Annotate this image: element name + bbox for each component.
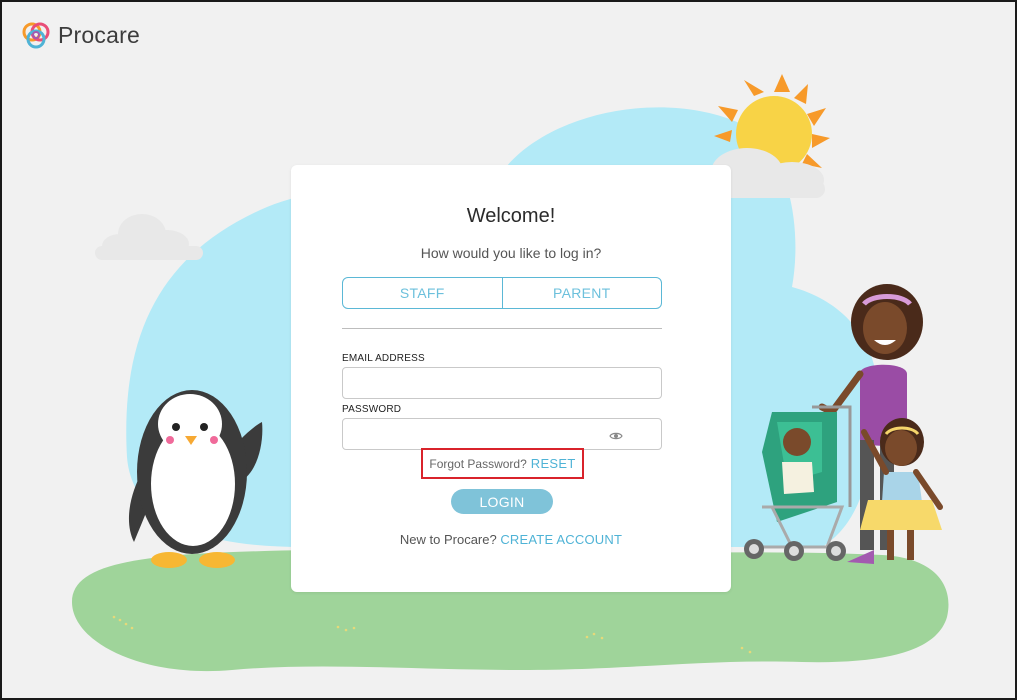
email-label: EMAIL ADDRESS xyxy=(342,353,425,364)
role-toggle: STAFF PARENT xyxy=(342,277,662,309)
email-field[interactable] xyxy=(342,367,662,399)
welcome-title: Welcome! xyxy=(466,205,556,227)
forgot-password-text: Forgot Password? xyxy=(429,456,527,471)
forgot-password-highlight: Forgot Password? RESET xyxy=(421,448,584,479)
login-subtitle: How would you like to log in? xyxy=(420,245,602,261)
parent-toggle-button[interactable]: PARENT xyxy=(501,278,662,308)
login-card: Welcome! How would you like to log in? S… xyxy=(291,165,731,592)
app-frame: Procare Welcome! How would you like to l… xyxy=(0,0,1017,700)
staff-toggle-button[interactable]: STAFF xyxy=(343,278,502,308)
brand-name: Procare xyxy=(58,21,140,48)
new-to-procare-text: New to Procare? xyxy=(399,532,497,547)
password-label: PASSWORD xyxy=(342,404,402,415)
cloud-left xyxy=(95,214,203,260)
login-button[interactable]: LOGIN xyxy=(451,489,553,514)
divider xyxy=(342,328,662,329)
procare-logo: Procare xyxy=(20,18,140,52)
new-account-row: New to Procare? CREATE ACCOUNT xyxy=(291,532,731,547)
procare-logo-icon xyxy=(22,22,50,49)
create-account-link[interactable]: CREATE ACCOUNT xyxy=(500,532,622,547)
reset-link[interactable]: RESET xyxy=(531,456,576,471)
eye-icon[interactable] xyxy=(609,429,623,443)
